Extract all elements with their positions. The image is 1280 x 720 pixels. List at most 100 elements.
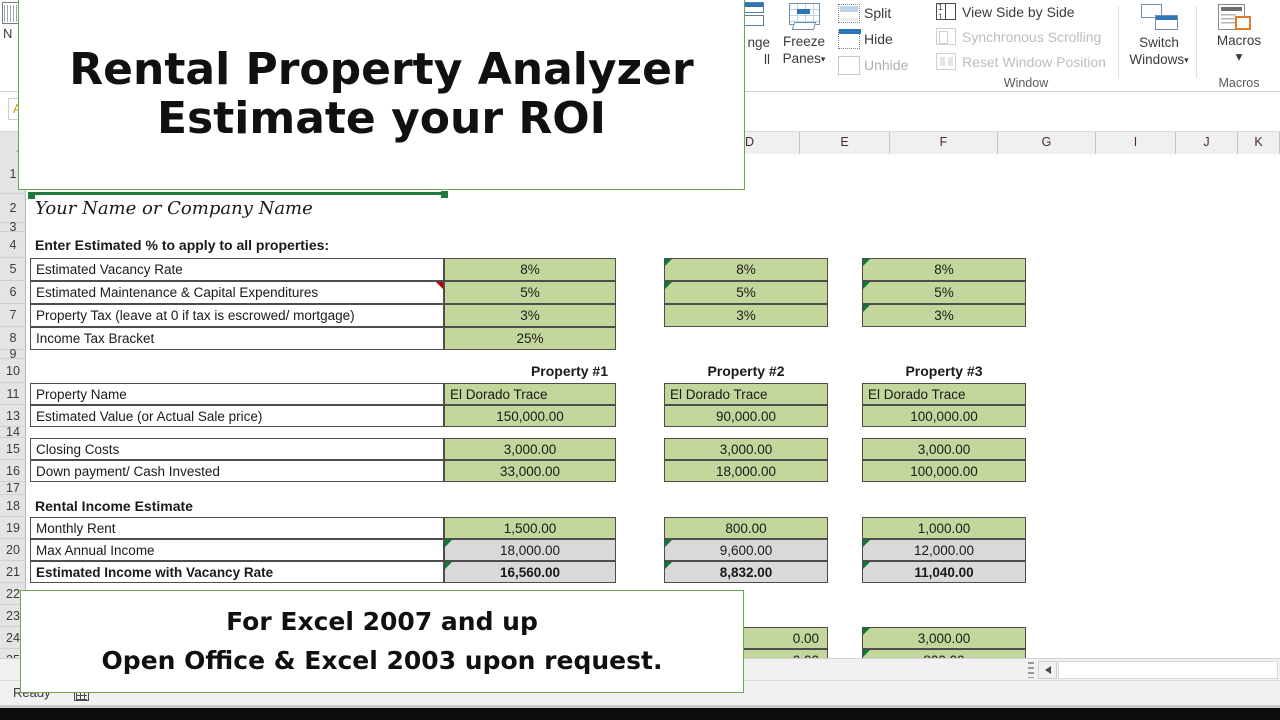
income-with-vacancy-p1[interactable]: 16,560.00 <box>444 561 616 583</box>
estimated-value-p3[interactable]: 100,000.00 <box>862 405 1026 427</box>
estimate-value-p1[interactable]: 5% <box>444 281 616 304</box>
property-name-p1[interactable]: El Dorado Trace <box>444 383 616 405</box>
property-row-label[interactable]: Estimated Value (or Actual Sale price) <box>30 405 444 427</box>
property-row-label[interactable]: Property Name <box>30 383 444 405</box>
column-header-k[interactable]: K <box>1238 132 1280 154</box>
hide-label: Hide <box>864 31 893 47</box>
unhide-icon <box>838 56 860 75</box>
column-header-i[interactable]: I <box>1096 132 1176 154</box>
row-header-17[interactable]: 17 <box>0 481 26 495</box>
row-header-6[interactable]: 6 <box>0 281 26 304</box>
income-with-vacancy-p3[interactable]: 11,040.00 <box>862 561 1026 583</box>
column-header-j[interactable]: J <box>1176 132 1238 154</box>
view-side-by-side-button[interactable]: View Side by Side <box>936 0 1116 26</box>
column-header-f[interactable]: F <box>890 132 998 154</box>
partial-value-p3[interactable]: 3,000.00 <box>862 627 1026 649</box>
row-header-19[interactable]: 19 <box>0 517 26 539</box>
max-annual-income-p1[interactable]: 18,000.00 <box>444 539 616 561</box>
row-header-20[interactable]: 20 <box>0 539 26 561</box>
property-name-p3[interactable]: El Dorado Trace <box>862 383 1026 405</box>
estimate-value-p2[interactable]: 8% <box>664 258 828 281</box>
estimate-value-p2[interactable]: 3% <box>664 304 828 327</box>
estimate-value-p3[interactable]: 3% <box>862 304 1026 327</box>
estimate-value-p3[interactable]: 8% <box>862 258 1026 281</box>
view-side-by-side-icon <box>936 2 956 22</box>
closing-costs-p3[interactable]: 3,000.00 <box>862 438 1026 460</box>
macros-button[interactable]: Macros ▾ Macros <box>1202 0 1276 92</box>
title-overlay-line-1: Rental Property Analyzer <box>69 43 694 95</box>
estimate-row-label[interactable]: Property Tax (leave at 0 if tax is escro… <box>30 304 444 327</box>
row-header-18[interactable]: 18 <box>0 495 26 517</box>
estimated-value-p2[interactable]: 90,000.00 <box>664 405 828 427</box>
row-header-4[interactable]: 4 <box>0 232 26 258</box>
screen-bottom-bar <box>0 708 1280 720</box>
monthly-rent-p1[interactable]: 1,500.00 <box>444 517 616 539</box>
macros-icon <box>1218 4 1254 32</box>
row-header-14[interactable]: 14 <box>0 425 26 439</box>
company-name-cell[interactable]: Your Name or Company Name <box>30 194 460 223</box>
estimate-value-p1[interactable]: 25% <box>444 327 616 350</box>
cost-row-label[interactable]: Down payment/ Cash Invested <box>30 460 444 482</box>
estimated-value-p1[interactable]: 150,000.00 <box>444 405 616 427</box>
view-side-by-side-label: View Side by Side <box>962 4 1075 20</box>
selection-handle[interactable] <box>441 191 448 198</box>
row-header-11[interactable]: 11 <box>0 383 26 405</box>
row-header-21[interactable]: 21 <box>0 561 26 583</box>
switch-windows-button[interactable]: Switch Windows▾ <box>1124 0 1194 92</box>
monthly-rent-p2[interactable]: 800.00 <box>664 517 828 539</box>
down-payment-p3[interactable]: 100,000.00 <box>862 460 1026 482</box>
estimate-value-p1[interactable]: 8% <box>444 258 616 281</box>
selection-handle[interactable] <box>28 192 35 199</box>
column-header-e[interactable]: E <box>800 132 890 154</box>
cost-row-label[interactable]: Closing Costs <box>30 438 444 460</box>
selection-marquee <box>30 192 448 195</box>
property-name-p2[interactable]: El Dorado Trace <box>664 383 828 405</box>
income-heading-cell: Rental Income Estimate <box>35 498 193 514</box>
switch-windows-label-line1: Switch <box>1139 35 1179 50</box>
note-overlay-line-2: Open Office & Excel 2003 upon request. <box>101 645 663 675</box>
estimate-value-p1[interactable]: 3% <box>444 304 616 327</box>
income-with-vacancy-p2[interactable]: 8,832.00 <box>664 561 828 583</box>
column-header-g[interactable]: G <box>998 132 1096 154</box>
estimate-row-label[interactable]: Estimated Vacancy Rate <box>30 258 444 281</box>
row-header-2[interactable]: 2 <box>0 194 26 223</box>
closing-costs-p2[interactable]: 3,000.00 <box>664 438 828 460</box>
row-header-3[interactable]: 3 <box>0 220 26 234</box>
freeze-panes-label-line2: Panes <box>782 51 821 66</box>
chevron-down-icon[interactable]: ▾ <box>1184 55 1189 65</box>
monthly-rent-p3[interactable]: 1,000.00 <box>862 517 1026 539</box>
synchronous-scrolling-button: Synchronous Scrolling <box>936 25 1116 51</box>
max-annual-income-p2[interactable]: 9,600.00 <box>664 539 828 561</box>
hide-button[interactable]: Hide <box>838 28 936 52</box>
row-header-15[interactable]: 15 <box>0 438 26 460</box>
hide-icon <box>838 29 861 49</box>
chevron-down-icon[interactable]: ▾ <box>1202 49 1276 65</box>
scroll-grip-icon[interactable] <box>1028 662 1034 678</box>
excel-window: N nge ll Freeze Panes▾ Split Hide Unhide… <box>0 0 1280 720</box>
income-row-label[interactable]: Max Annual Income <box>30 539 444 561</box>
income-row-label[interactable]: Estimated Income with Vacancy Rate <box>30 561 444 583</box>
estimate-row-label[interactable]: Income Tax Bracket <box>30 327 444 350</box>
row-header-9[interactable]: 9 <box>0 347 26 361</box>
down-payment-p1[interactable]: 33,000.00 <box>444 460 616 482</box>
row-header-5[interactable]: 5 <box>0 258 26 281</box>
split-button[interactable]: Split <box>838 2 936 26</box>
freeze-panes-label-line1: Freeze <box>782 34 826 49</box>
scroll-track[interactable] <box>1058 661 1278 679</box>
ribbon-separator <box>1118 6 1119 78</box>
row-header-7[interactable]: 7 <box>0 304 26 327</box>
row-header-10[interactable]: 10 <box>0 359 26 383</box>
chevron-down-icon[interactable]: ▾ <box>821 54 826 64</box>
row-header-13[interactable]: 13 <box>0 405 26 427</box>
closing-costs-p1[interactable]: 3,000.00 <box>444 438 616 460</box>
estimate-value-p3[interactable]: 5% <box>862 281 1026 304</box>
down-payment-p2[interactable]: 18,000.00 <box>664 460 828 482</box>
title-overlay-line-2: Estimate your ROI <box>156 93 606 144</box>
scroll-left-button[interactable] <box>1038 661 1057 679</box>
title-overlay-card: Rental Property Analyzer Estimate your R… <box>18 0 745 190</box>
row-header-16[interactable]: 16 <box>0 460 26 482</box>
estimate-value-p2[interactable]: 5% <box>664 281 828 304</box>
estimate-row-label[interactable]: Estimated Maintenance & Capital Expendit… <box>30 281 444 304</box>
income-row-label[interactable]: Monthly Rent <box>30 517 444 539</box>
max-annual-income-p3[interactable]: 12,000.00 <box>862 539 1026 561</box>
